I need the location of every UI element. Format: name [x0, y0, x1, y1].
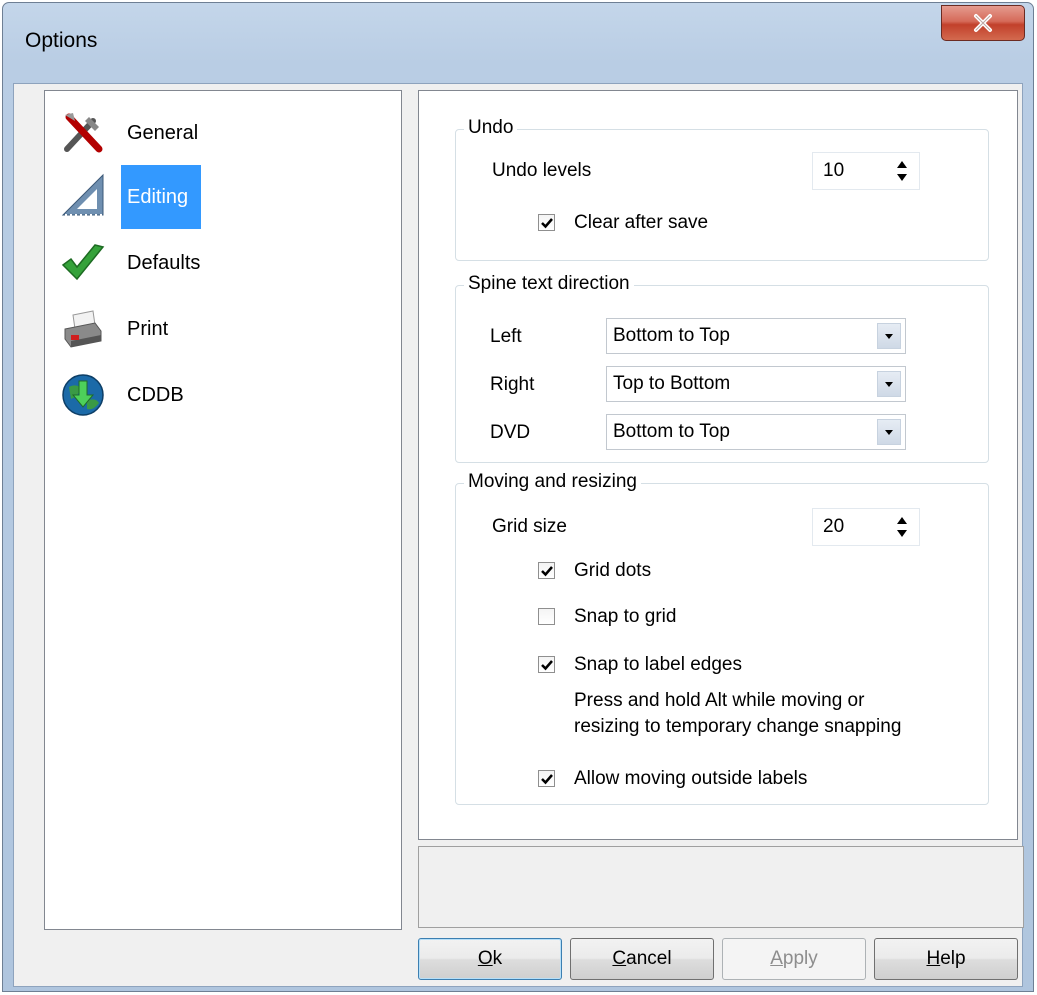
- close-icon: [974, 14, 992, 32]
- undo-levels-value: 10: [823, 160, 845, 181]
- title-bar[interactable]: Options: [3, 3, 1033, 83]
- nav-label-print: Print: [127, 318, 169, 340]
- allow-outside-checkbox[interactable]: [538, 770, 555, 787]
- apply-mnemonic: A: [770, 948, 783, 969]
- spine-dvd-label: DVD: [490, 422, 531, 443]
- spine-direction-group: Spine text direction Left Bottom to Top …: [455, 273, 989, 463]
- snap-hint-line1: Press and hold Alt while moving or: [574, 690, 865, 711]
- spine-right-label: Right: [490, 374, 535, 395]
- grid-size-label: Grid size: [492, 516, 567, 537]
- check-icon: [541, 218, 553, 229]
- checkmark-icon: [61, 244, 105, 281]
- help-mnemonic: H: [926, 948, 941, 969]
- undo-group: Undo Undo levels 10 Clear after save: [455, 117, 989, 261]
- check-icon: [541, 566, 553, 577]
- dialog-client-area: General Editing Defaults Print CDDB Undo…: [13, 83, 1024, 987]
- nav-item-defaults[interactable]: Defaults: [59, 235, 389, 291]
- spinner-arrows-icon[interactable]: [889, 156, 915, 186]
- spinner-arrows-icon[interactable]: [889, 512, 915, 542]
- dropdown-arrow-icon[interactable]: [877, 371, 901, 397]
- cancel-button[interactable]: Cancel: [570, 938, 714, 980]
- nav-item-editing[interactable]: Editing: [59, 165, 389, 229]
- spine-right-select[interactable]: Top to Bottom: [606, 366, 906, 402]
- check-icon: [541, 660, 553, 671]
- grid-size-value: 20: [823, 516, 845, 537]
- apply-button[interactable]: Apply: [722, 938, 866, 980]
- window-title: Options: [25, 29, 98, 52]
- help-button[interactable]: Help: [874, 938, 1018, 980]
- nav-label-general: General: [127, 122, 199, 144]
- spine-right-value: Top to Bottom: [613, 373, 731, 394]
- grid-dots-checkbox[interactable]: [538, 562, 555, 579]
- spine-dvd-select[interactable]: Bottom to Top: [606, 414, 906, 450]
- clear-after-save-label: Clear after save: [574, 212, 709, 233]
- spine-left-label: Left: [490, 326, 522, 347]
- spine-left-select[interactable]: Bottom to Top: [606, 318, 906, 354]
- nav-label-cddb: CDDB: [127, 384, 184, 406]
- ok-label-rest: k: [492, 948, 503, 969]
- moving-group-title: Moving and resizing: [464, 471, 641, 493]
- undo-levels-spinner[interactable]: 10: [812, 152, 920, 190]
- snap-to-grid-label: Snap to grid: [574, 606, 677, 627]
- snap-hint-line2: resizing to temporary change snapping: [574, 716, 902, 737]
- nav-item-cddb[interactable]: CDDB: [59, 367, 389, 423]
- ok-button[interactable]: Ok: [418, 938, 562, 980]
- undo-levels-label: Undo levels: [492, 160, 592, 181]
- printer-icon: [64, 310, 102, 348]
- apply-label-rest: pply: [782, 948, 818, 969]
- nav-label-defaults: Defaults: [127, 252, 201, 274]
- close-button[interactable]: [941, 5, 1025, 41]
- set-square-icon: [61, 173, 104, 216]
- snap-to-edges-label: Snap to label edges: [574, 654, 742, 675]
- grid-dots-label: Grid dots: [574, 560, 652, 581]
- check-icon: [541, 774, 553, 785]
- snap-to-edges-checkbox[interactable]: [538, 656, 555, 673]
- editing-settings-panel: Undo Undo levels 10 Clear after save Spi…: [418, 90, 1018, 840]
- snap-to-grid-checkbox[interactable]: [538, 608, 555, 625]
- dropdown-arrow-icon[interactable]: [877, 323, 901, 349]
- spine-left-value: Bottom to Top: [613, 325, 730, 346]
- spine-dvd-value: Bottom to Top: [613, 421, 730, 442]
- undo-group-title: Undo: [464, 117, 518, 139]
- allow-outside-label: Allow moving outside labels: [574, 768, 808, 789]
- dropdown-arrow-icon[interactable]: [877, 419, 901, 445]
- info-panel: [418, 846, 1024, 928]
- help-label-rest: elp: [940, 948, 966, 969]
- spine-group-title: Spine text direction: [464, 273, 634, 295]
- tools-icon: [64, 113, 103, 153]
- category-list[interactable]: General Editing Defaults Print CDDB: [44, 90, 402, 930]
- globe-download-icon: [62, 374, 104, 416]
- nav-item-print[interactable]: Print: [59, 301, 389, 357]
- grid-size-spinner[interactable]: 20: [812, 508, 920, 546]
- ok-mnemonic: O: [477, 948, 493, 969]
- cancel-label-rest: ancel: [626, 948, 672, 969]
- nav-item-general[interactable]: General: [59, 105, 389, 161]
- nav-label-editing: Editing: [121, 165, 201, 229]
- cancel-mnemonic: C: [612, 948, 627, 969]
- moving-resizing-group: Moving and resizing Grid size 20 Grid do…: [455, 471, 989, 805]
- clear-after-save-checkbox[interactable]: [538, 214, 555, 231]
- options-dialog: Options General Editing Defaults Print C…: [2, 2, 1034, 992]
